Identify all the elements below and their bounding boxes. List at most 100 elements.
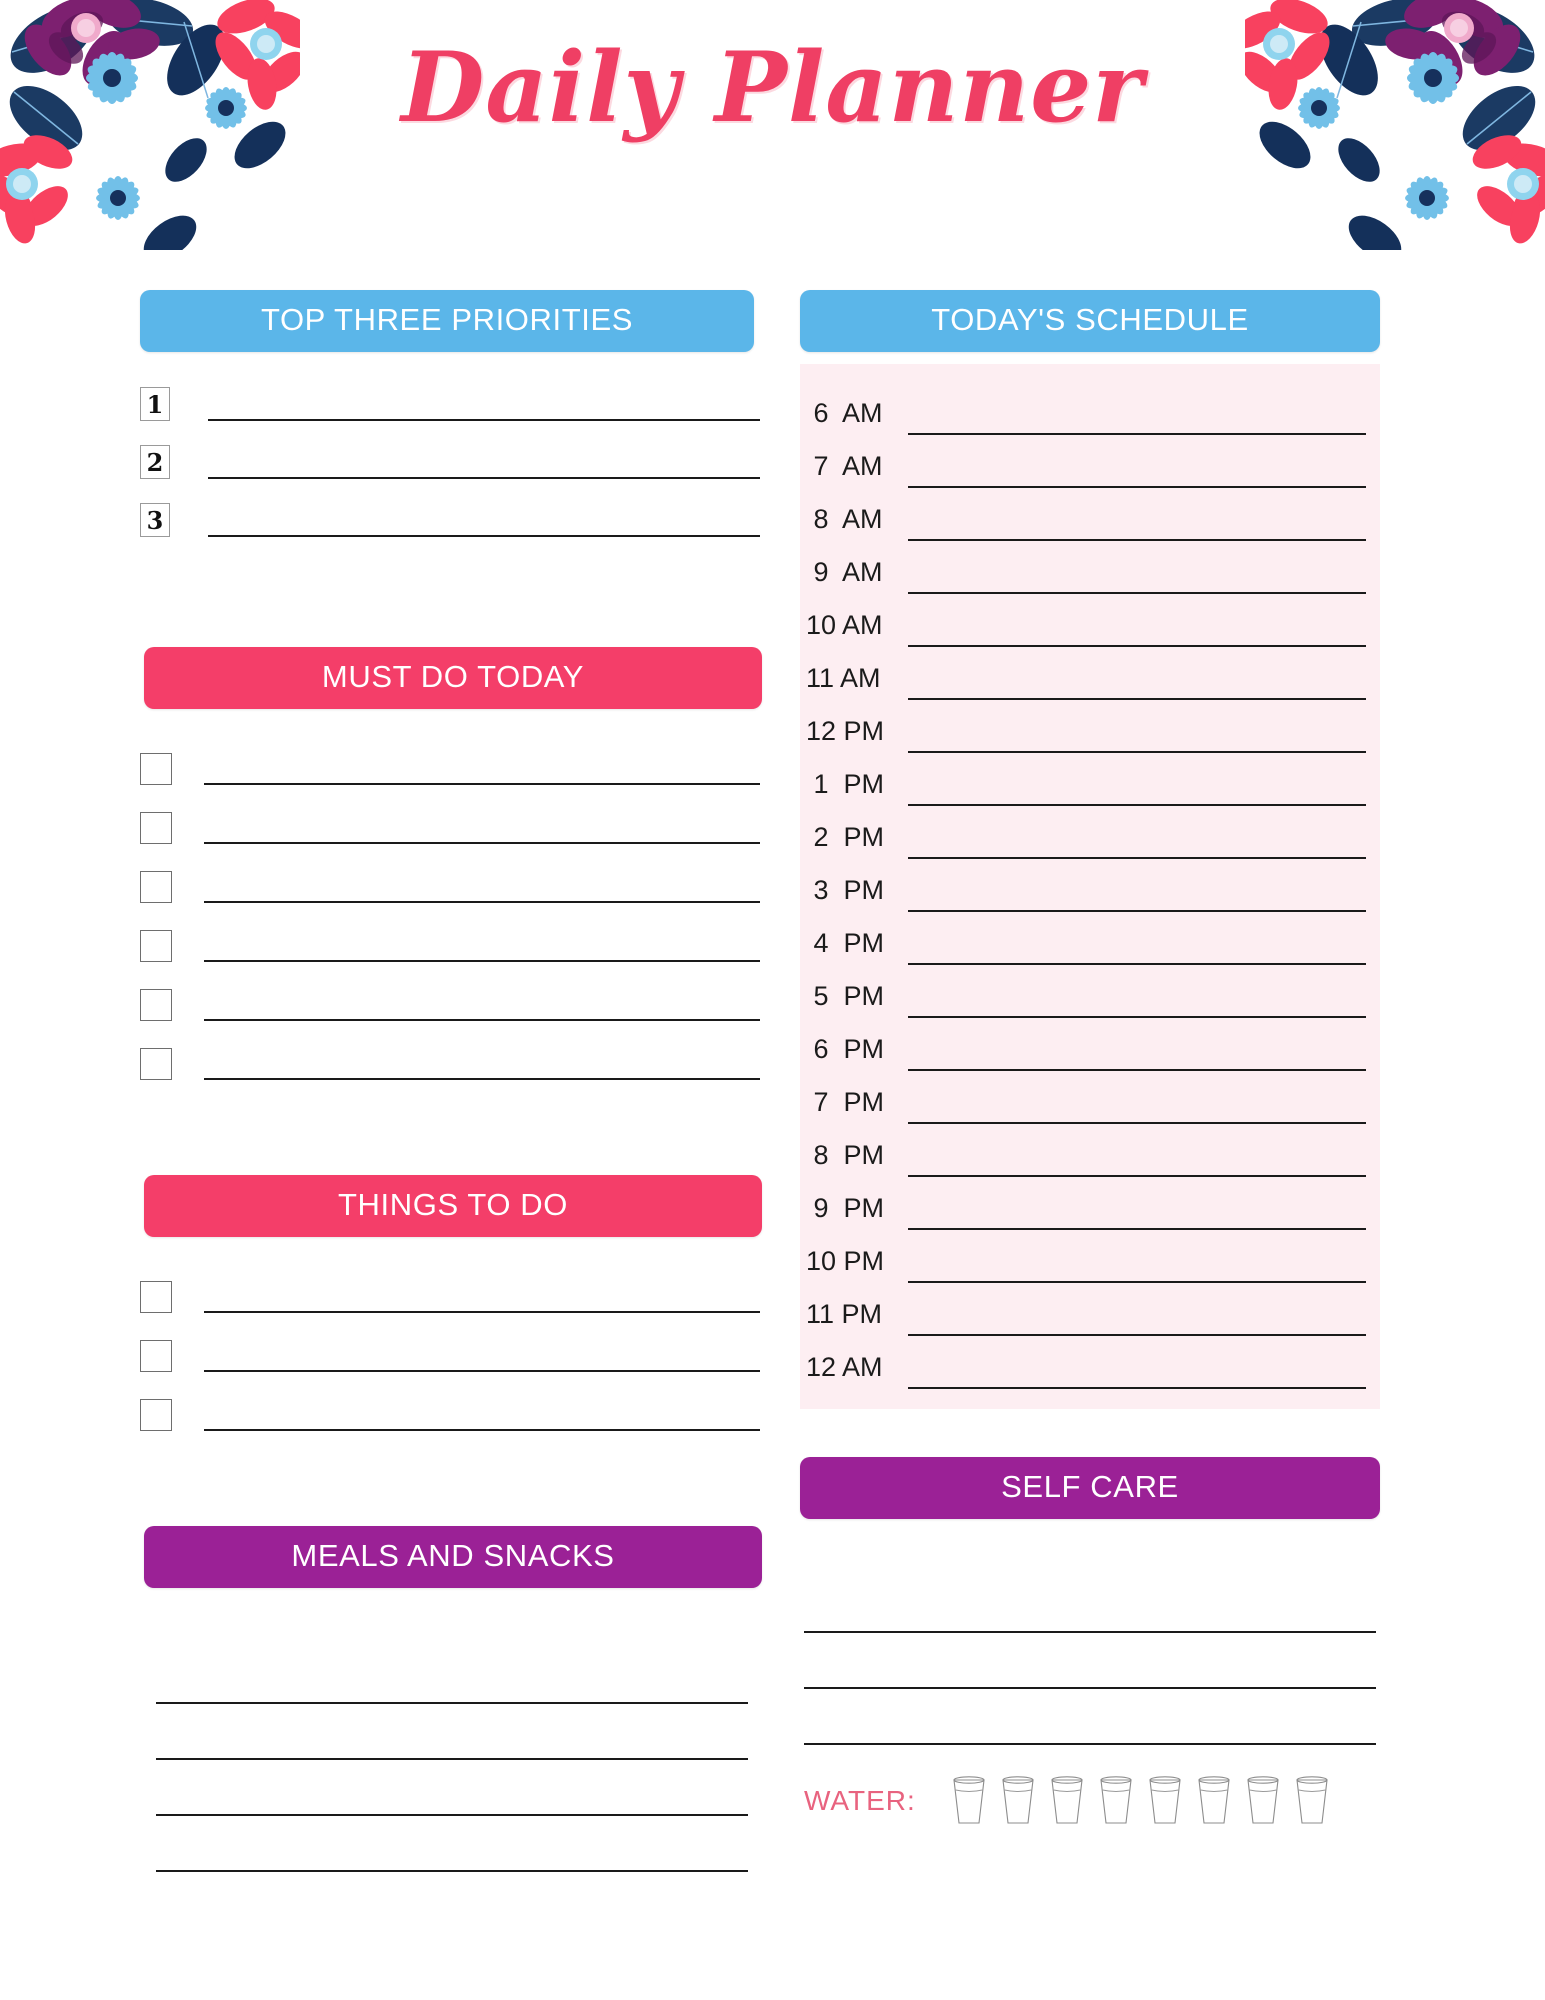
checkbox[interactable]: [140, 989, 172, 1021]
must-do-input-line[interactable]: [204, 759, 760, 785]
schedule-time-label: 4 PM: [806, 928, 885, 958]
schedule-input-line[interactable]: [908, 1137, 1366, 1177]
self-care-input-line[interactable]: [804, 1577, 1376, 1633]
schedule-input-line[interactable]: [908, 448, 1366, 488]
things-to-do-input-line[interactable]: [204, 1346, 760, 1372]
must-do-input-line[interactable]: [204, 877, 760, 903]
schedule-row[interactable]: 11 PM: [806, 1283, 1366, 1336]
water-glass-icon[interactable]: [1146, 1775, 1184, 1827]
schedule-row[interactable]: 3 PM: [806, 859, 1366, 912]
schedule-time-label: 7 PM: [806, 1087, 885, 1117]
must-do-input-line[interactable]: [204, 936, 760, 962]
schedule-input-line[interactable]: [908, 660, 1366, 700]
water-glass-icon[interactable]: [1293, 1775, 1331, 1827]
schedule-input-line[interactable]: [908, 713, 1366, 753]
must-do-row[interactable]: [140, 753, 760, 785]
self-care-input-line[interactable]: [804, 1689, 1376, 1745]
water-glass-icon[interactable]: [1244, 1775, 1282, 1827]
schedule-row[interactable]: 10 AM: [806, 594, 1366, 647]
priority-input-line[interactable]: [208, 451, 760, 479]
must-do-row[interactable]: [140, 812, 760, 844]
schedule-row[interactable]: 12 PM: [806, 700, 1366, 753]
water-glass-icon[interactable]: [950, 1775, 988, 1827]
schedule-input-line[interactable]: [908, 766, 1366, 806]
schedule-row[interactable]: 6 PM: [806, 1018, 1366, 1071]
checkbox[interactable]: [140, 812, 172, 844]
priorities-heading: TOP THREE PRIORITIES: [140, 290, 754, 352]
things-to-do-row[interactable]: [140, 1340, 760, 1372]
meals-input-line[interactable]: [156, 1648, 748, 1704]
schedule-input-line[interactable]: [908, 925, 1366, 965]
priority-row[interactable]: 1: [140, 387, 760, 421]
schedule-time-label: 8 AM: [806, 504, 883, 534]
priority-number: 3: [140, 503, 170, 537]
self-care-lines: [800, 1577, 1380, 1745]
schedule-input-line[interactable]: [908, 1190, 1366, 1230]
must-do-input-line[interactable]: [204, 995, 760, 1021]
checkbox[interactable]: [140, 930, 172, 962]
priority-input-line[interactable]: [208, 393, 760, 421]
schedule-row[interactable]: 8 AM: [806, 488, 1366, 541]
schedule-input-line[interactable]: [908, 554, 1366, 594]
things-to-do-input-line[interactable]: [204, 1405, 760, 1431]
schedule-row[interactable]: 7 AM: [806, 435, 1366, 488]
schedule-input-line[interactable]: [908, 1243, 1366, 1283]
meals-input-line[interactable]: [156, 1704, 748, 1760]
self-care-input-line[interactable]: [804, 1633, 1376, 1689]
things-to-do-row[interactable]: [140, 1399, 760, 1431]
priorities-list: 1 2 3: [140, 387, 760, 537]
priority-row[interactable]: 3: [140, 503, 760, 537]
priority-input-line[interactable]: [208, 509, 760, 537]
schedule-row[interactable]: 6 AM: [806, 382, 1366, 435]
must-do-row[interactable]: [140, 1048, 760, 1080]
schedule-row[interactable]: 5 PM: [806, 965, 1366, 1018]
schedule-input-line[interactable]: [908, 395, 1366, 435]
schedule-input-line[interactable]: [908, 1084, 1366, 1124]
checkbox[interactable]: [140, 1048, 172, 1080]
schedule-row[interactable]: 2 PM: [806, 806, 1366, 859]
meals-input-line[interactable]: [156, 1816, 748, 1872]
checkbox[interactable]: [140, 1281, 172, 1313]
water-glass-icon[interactable]: [1097, 1775, 1135, 1827]
schedule-row[interactable]: 11 AM: [806, 647, 1366, 700]
schedule-input-line[interactable]: [908, 501, 1366, 541]
schedule-row[interactable]: 9 PM: [806, 1177, 1366, 1230]
must-do-input-line[interactable]: [204, 1054, 760, 1080]
schedule-row[interactable]: 12 AM: [806, 1336, 1366, 1389]
checkbox[interactable]: [140, 1399, 172, 1431]
things-to-do-input-line[interactable]: [204, 1287, 760, 1313]
water-glass-icon[interactable]: [1195, 1775, 1233, 1827]
must-do-row[interactable]: [140, 930, 760, 962]
schedule-row[interactable]: 1 PM: [806, 753, 1366, 806]
schedule-row[interactable]: 9 AM: [806, 541, 1366, 594]
schedule-input-line[interactable]: [908, 1031, 1366, 1071]
priority-row[interactable]: 2: [140, 445, 760, 479]
water-glass-icon[interactable]: [1048, 1775, 1086, 1827]
checkbox[interactable]: [140, 871, 172, 903]
schedule-input-line[interactable]: [908, 978, 1366, 1018]
schedule-input-line[interactable]: [908, 607, 1366, 647]
water-tracker: WATER:: [800, 1775, 1380, 1827]
schedule-row[interactable]: 4 PM: [806, 912, 1366, 965]
things-to-do-row[interactable]: [140, 1281, 760, 1313]
pink-flower-icon: [1472, 135, 1545, 244]
schedule-input-line[interactable]: [908, 1349, 1366, 1389]
schedule-input-line[interactable]: [908, 872, 1366, 912]
checkbox[interactable]: [140, 1340, 172, 1372]
water-glass-icon[interactable]: [999, 1775, 1037, 1827]
schedule-row[interactable]: 7 PM: [806, 1071, 1366, 1124]
page-title-wrap: Daily Planner: [0, 37, 1545, 139]
schedule-time-label: 10 AM: [806, 610, 883, 640]
must-do-heading: MUST DO TODAY: [144, 647, 762, 709]
must-do-row[interactable]: [140, 871, 760, 903]
must-do-row[interactable]: [140, 989, 760, 1021]
schedule-time-label: 12 PM: [806, 716, 885, 746]
checkbox[interactable]: [140, 753, 172, 785]
schedule-input-line[interactable]: [908, 819, 1366, 859]
must-do-input-line[interactable]: [204, 818, 760, 844]
schedule-row[interactable]: 10 PM: [806, 1230, 1366, 1283]
schedule-input-line[interactable]: [908, 1296, 1366, 1336]
schedule-row[interactable]: 8 PM: [806, 1124, 1366, 1177]
meals-input-line[interactable]: [156, 1760, 748, 1816]
